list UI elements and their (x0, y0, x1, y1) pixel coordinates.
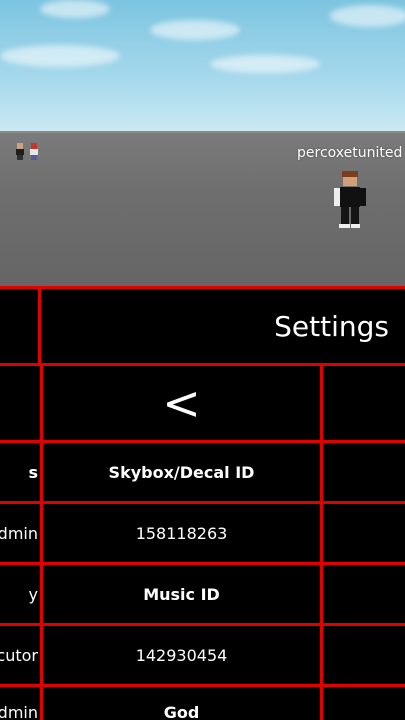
music-id-value: 142930454 (135, 645, 228, 665)
left-tab-cell[interactable]: dmin (0, 684, 43, 720)
left-tab-label: y (28, 584, 38, 604)
cloud (210, 55, 320, 73)
back-arrow-icon: < (162, 376, 201, 430)
skybox-id-field[interactable]: 158118263 (40, 501, 323, 565)
back-button[interactable]: < (40, 363, 323, 443)
skybox-label: Skybox/Decal ID (108, 462, 255, 482)
left-tab-cell[interactable]: s (0, 440, 43, 504)
page-title: Settings (274, 309, 389, 343)
left-tab-cell[interactable]: dmin (0, 501, 43, 565)
admin-panel: Settings < s Skybox/Decal ID dmin 158118… (0, 286, 405, 720)
cloud (330, 5, 405, 27)
left-blank-cell (0, 363, 43, 443)
skybox-id-value: 158118263 (135, 523, 228, 543)
left-tab-cell[interactable]: cutor (0, 623, 43, 687)
music-label-cell: Music ID (40, 562, 323, 626)
distant-avatars (16, 143, 38, 160)
right-cell (320, 562, 405, 626)
right-blank-cell (320, 363, 405, 443)
left-header-cell (0, 286, 43, 366)
god-label-cell: God (40, 684, 323, 720)
right-cell (320, 501, 405, 565)
cloud (40, 0, 110, 18)
right-cell (320, 623, 405, 687)
skybox-label-cell: Skybox/Decal ID (40, 440, 323, 504)
right-cell (320, 440, 405, 504)
left-tab-label: dmin (0, 523, 38, 543)
left-tab-cell[interactable]: y (0, 562, 43, 626)
right-cell (320, 684, 405, 720)
settings-title: Settings (38, 286, 405, 366)
player-nametag: percoxetunited (297, 145, 403, 161)
left-tab-label: dmin (0, 703, 38, 720)
left-tab-label: s (28, 462, 38, 482)
player-avatar[interactable] (330, 170, 370, 230)
left-tab-label: cutor (0, 645, 38, 665)
music-id-field[interactable]: 142930454 (40, 623, 323, 687)
game-viewport: percoxetunited (0, 0, 405, 290)
cloud (0, 45, 120, 67)
god-label: God (163, 703, 200, 720)
music-label: Music ID (143, 584, 220, 604)
cloud (150, 20, 240, 40)
